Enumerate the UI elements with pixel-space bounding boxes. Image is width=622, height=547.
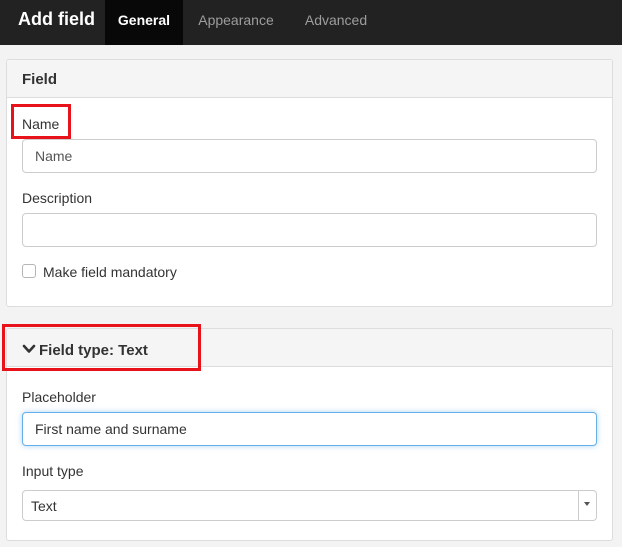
field-type-toggle[interactable]: Field type: Text <box>22 342 148 359</box>
name-input[interactable] <box>22 139 597 173</box>
tab-appearance[interactable]: Appearance <box>191 0 281 45</box>
top-bar: Add field General Appearance Advanced <box>0 0 622 45</box>
input-type-label: Input type <box>22 463 84 479</box>
field-panel-title: Field <box>22 71 58 88</box>
select-divider <box>578 491 579 520</box>
input-type-select[interactable]: Text <box>22 490 597 521</box>
tab-advanced[interactable]: Advanced <box>296 0 376 45</box>
description-input[interactable] <box>22 213 597 247</box>
tab-general[interactable]: General <box>105 0 183 45</box>
mandatory-checkbox[interactable] <box>22 264 36 278</box>
placeholder-input[interactable] <box>22 412 597 446</box>
chevron-down-icon <box>22 344 36 353</box>
dialog-title: Add field <box>18 9 95 29</box>
field-panel-heading: Field <box>7 60 612 98</box>
input-type-selected: Text <box>31 498 57 514</box>
name-label: Name <box>22 116 60 132</box>
field-type-title: Field type: Text <box>39 342 148 359</box>
caret-down-icon <box>584 502 590 506</box>
description-label: Description <box>22 190 93 206</box>
mandatory-label[interactable]: Make field mandatory <box>43 264 177 280</box>
placeholder-label: Placeholder <box>22 389 96 405</box>
